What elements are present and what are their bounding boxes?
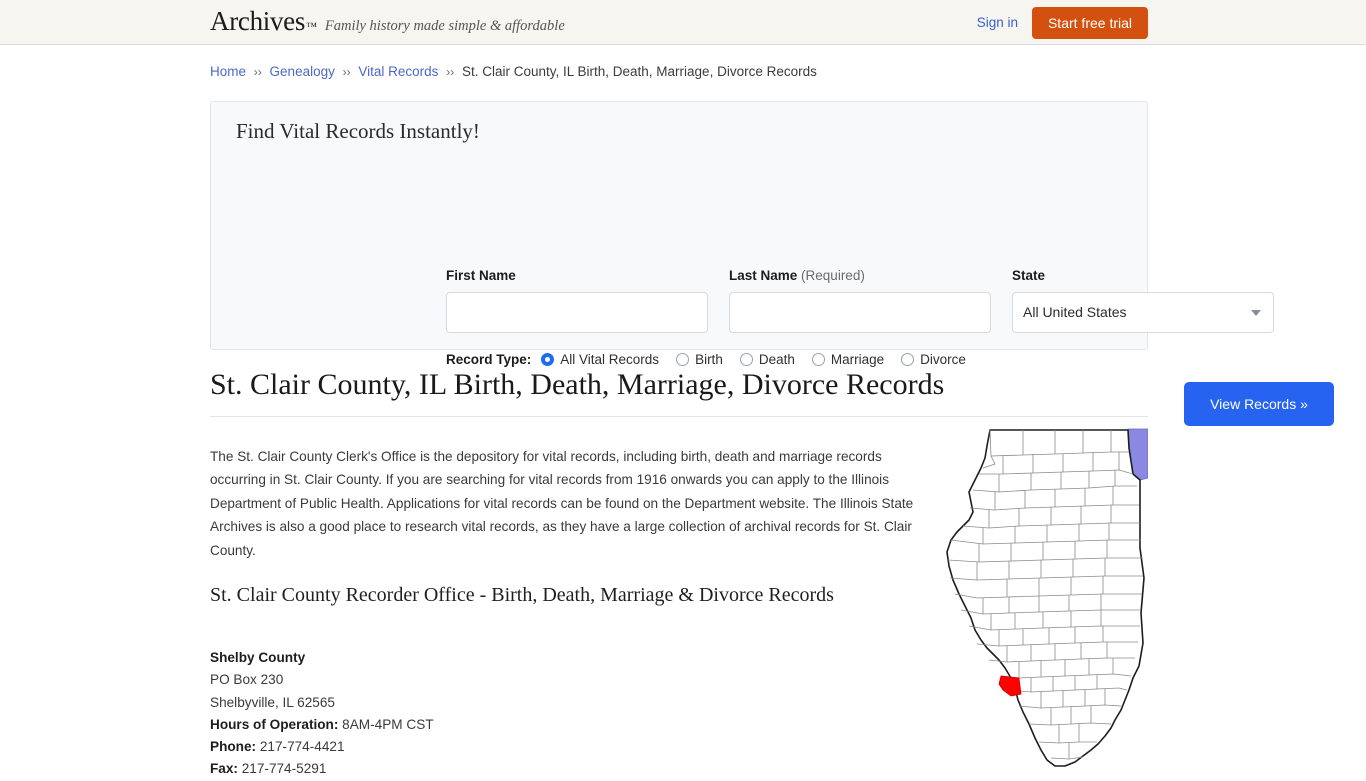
office-hours-value: 8AM-4PM CST xyxy=(342,716,434,732)
recorder-office-heading: St. Clair County Recorder Office - Birth… xyxy=(210,584,834,606)
breadcrumb: Home ›› Genealogy ›› Vital Records ›› St… xyxy=(210,64,817,79)
state-label: State xyxy=(1012,268,1046,283)
illinois-map-svg xyxy=(946,428,1148,767)
breadcrumb-separator-icon: ›› xyxy=(446,65,455,79)
office-hours-label: Hours of Operation: xyxy=(210,716,339,732)
radio-birth[interactable] xyxy=(676,353,690,366)
office-phone-value: 217-774-4421 xyxy=(259,739,345,755)
office-phone-label: Phone: xyxy=(210,739,257,755)
illinois-county-map xyxy=(943,428,1148,768)
brand[interactable]: Archives ™ Family history made simple & … xyxy=(210,8,565,35)
highlighted-county-st-clair xyxy=(998,675,1022,697)
record-type-row: Record Type: All Vital Records Birth Dea… xyxy=(446,352,983,367)
office-name: Shelby County xyxy=(210,650,306,665)
office-hours-line: Hours of Operation: 8AM-4PM CST xyxy=(210,714,434,736)
search-panel-title: Find Vital Records Instantly! xyxy=(236,119,480,143)
breadcrumb-separator-icon: ›› xyxy=(342,65,351,79)
office-fax-label: Fax: xyxy=(210,761,238,777)
state-select[interactable]: All United States xyxy=(1012,292,1274,333)
record-type-option-birth[interactable]: Birth xyxy=(676,352,723,367)
brand-tagline: Family history made simple & affordable xyxy=(324,18,565,34)
page-title: St. Clair County, IL Birth, Death, Marri… xyxy=(210,368,1148,417)
record-type-label: Record Type: xyxy=(446,352,532,367)
radio-all-vital-records[interactable] xyxy=(541,353,555,366)
start-free-trial-button[interactable]: Start free trial xyxy=(1031,6,1148,39)
breadcrumb-item-vital-records[interactable]: Vital Records xyxy=(358,64,438,79)
header-actions: Sign in Start free trial xyxy=(977,0,1148,45)
office-city-state-zip: Shelbyville, IL 62565 xyxy=(210,694,335,710)
brand-logo-text: Archives xyxy=(210,6,306,36)
breadcrumb-item-current: St. Clair County, IL Birth, Death, Marri… xyxy=(461,64,817,79)
radio-marriage[interactable] xyxy=(811,353,825,366)
vital-records-search-panel: Find Vital Records Instantly! First Name… xyxy=(210,101,1334,426)
office-fax-line: Fax: 217-774-5291 xyxy=(210,758,434,780)
radio-divorce[interactable] xyxy=(901,353,915,366)
office-fax-value: 217-774-5291 xyxy=(241,761,327,777)
recorder-office-address: Shelby County PO Box 230 Shelbyville, IL… xyxy=(210,647,434,781)
last-name-required-note: (Required) xyxy=(801,268,865,283)
trademark-symbol: ™ xyxy=(306,21,317,33)
first-name-input[interactable] xyxy=(446,292,708,333)
site-header: Archives ™ Family history made simple & … xyxy=(0,0,1366,45)
record-type-option-all[interactable]: All Vital Records xyxy=(541,352,659,367)
record-type-option-death[interactable]: Death xyxy=(739,352,795,367)
breadcrumb-separator-icon: ›› xyxy=(253,65,262,79)
intro-paragraph: The St. Clair County Clerk's Office is t… xyxy=(210,448,914,558)
office-street: PO Box 230 xyxy=(210,672,284,688)
last-name-input[interactable] xyxy=(729,292,991,333)
last-name-label: Last Name (Required) xyxy=(729,268,865,283)
view-records-button[interactable]: View Records » xyxy=(1184,382,1334,426)
chevron-down-icon xyxy=(1251,310,1261,316)
sign-in-link[interactable]: Sign in xyxy=(977,15,1018,30)
record-type-option-divorce[interactable]: Divorce xyxy=(901,352,966,367)
breadcrumb-item-home[interactable]: Home xyxy=(210,64,246,79)
record-type-option-marriage[interactable]: Marriage xyxy=(811,352,884,367)
radio-death[interactable] xyxy=(739,353,753,366)
office-phone-line: Phone: 217-774-4421 xyxy=(210,736,434,758)
breadcrumb-item-genealogy[interactable]: Genealogy xyxy=(270,64,335,79)
first-name-label: First Name xyxy=(446,268,516,283)
state-select-value: All United States xyxy=(1023,304,1127,320)
